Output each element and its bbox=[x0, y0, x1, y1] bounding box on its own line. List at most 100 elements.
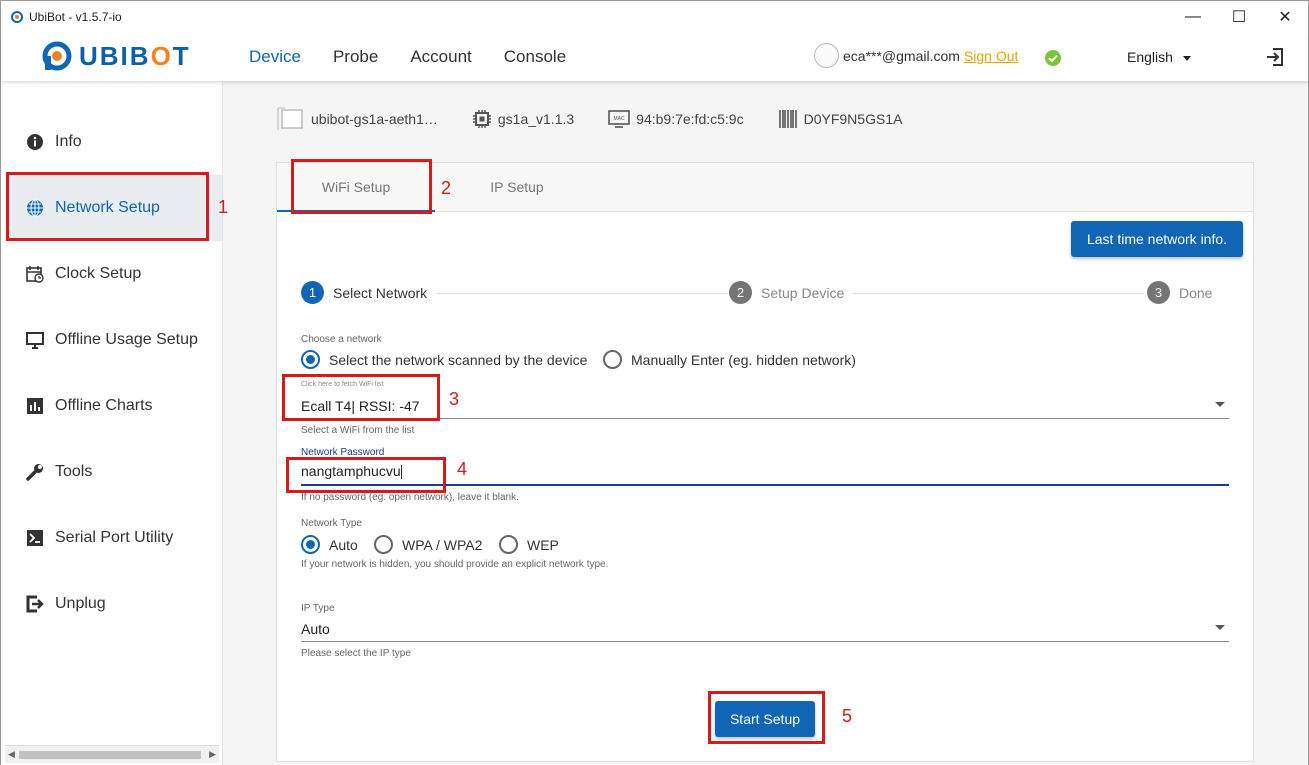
device-name: ubibot-gs1a-aeth1… bbox=[311, 111, 438, 127]
password-helper-text: If no password (eg. open network), leave… bbox=[301, 492, 519, 503]
minimize-button[interactable]: — bbox=[1170, 1, 1216, 33]
scrollbar-thumb[interactable] bbox=[19, 751, 201, 759]
app-window: UbiBot - v1.5.7-io — ☐ ✕ UBIBOT Device P… bbox=[0, 0, 1309, 765]
mac-badge: MAC bbox=[614, 116, 626, 122]
sidebar-item-unplug[interactable]: Unplug bbox=[5, 571, 222, 637]
barcode-icon bbox=[778, 110, 797, 128]
annotation-box-3 bbox=[282, 374, 440, 421]
ip-type-helper-text: Please select the IP type bbox=[301, 648, 411, 659]
ip-type-label: IP Type bbox=[301, 603, 335, 614]
nav-probe[interactable]: Probe bbox=[317, 33, 394, 81]
last-network-info-button[interactable]: Last time network info. bbox=[1071, 221, 1243, 257]
sidebar-item-label: Offline Charts bbox=[55, 397, 153, 414]
radio-type-wep[interactable]: WEP bbox=[499, 535, 559, 554]
mac-address-icon: MAC bbox=[608, 110, 630, 128]
annotation-box-2 bbox=[291, 159, 432, 214]
scroll-left-icon[interactable]: ◀ bbox=[8, 749, 15, 760]
annotation-box-1 bbox=[6, 172, 209, 241]
top-header: UBIBOT Device Probe Account Console eca*… bbox=[1, 33, 1308, 81]
sidebar-item-tools[interactable]: Tools bbox=[5, 439, 222, 505]
device-icon bbox=[277, 107, 303, 130]
device-info-bar: ubibot-gs1a-aeth1… gs1a_v1.1.3 MAC 94:b9… bbox=[277, 105, 936, 133]
dropdown-arrow-icon bbox=[1215, 402, 1225, 407]
network-type-helper-text: If your network is hidden, you should pr… bbox=[301, 559, 609, 570]
user-info: eca***@gmail.com Sign Out bbox=[814, 43, 1018, 68]
step-number: 2 bbox=[729, 281, 752, 304]
radio-button-unchecked[interactable] bbox=[603, 350, 622, 369]
ip-type-value: Auto bbox=[301, 621, 330, 637]
language-selector[interactable]: English bbox=[1127, 49, 1191, 65]
sidebar-item-offline-usage-setup[interactable]: Offline Usage Setup bbox=[5, 307, 222, 373]
sidebar-horizontal-scrollbar[interactable]: ◀ ▶ bbox=[5, 745, 219, 763]
app-icon bbox=[11, 11, 23, 23]
firmware-item: gs1a_v1.1.3 bbox=[472, 109, 574, 129]
ip-type-select[interactable]: Auto bbox=[301, 618, 1229, 642]
mac-address: 94:b9:7e:fd:c5:9c bbox=[636, 111, 744, 127]
serial-number: D0YF9N5GS1A bbox=[803, 111, 903, 127]
sidebar-item-offline-charts[interactable]: Offline Charts bbox=[5, 373, 222, 439]
annotation-label-3: 3 bbox=[449, 389, 460, 409]
step-setup-device: 2 Setup Device bbox=[729, 281, 844, 304]
step-number: 1 bbox=[301, 281, 324, 304]
radio-type-wpa[interactable]: WPA / WPA2 bbox=[374, 535, 482, 554]
language-label: English bbox=[1127, 49, 1173, 65]
nav-account[interactable]: Account bbox=[394, 33, 487, 81]
step-done: 3 Done bbox=[1147, 281, 1212, 304]
radio-type-auto[interactable]: Auto bbox=[301, 535, 358, 554]
annotation-box-5 bbox=[708, 691, 825, 744]
monitor-icon bbox=[25, 330, 45, 350]
sidebar-item-label: Offline Usage Setup bbox=[55, 331, 198, 348]
close-button[interactable]: ✕ bbox=[1262, 1, 1308, 33]
radio-button-checked[interactable] bbox=[301, 350, 320, 369]
step-label: Done bbox=[1179, 284, 1213, 301]
sidebar-item-serial-port-utility[interactable]: Serial Port Utility bbox=[5, 505, 222, 571]
radio-manual-enter[interactable]: Manually Enter (eg. hidden network) bbox=[603, 350, 856, 369]
wrench-icon bbox=[25, 462, 45, 482]
calendar-icon bbox=[25, 264, 45, 284]
user-email: eca***@gmail.com bbox=[843, 47, 960, 64]
nav-device[interactable]: Device bbox=[233, 33, 317, 81]
sidebar-item-label: Unplug bbox=[55, 595, 106, 612]
step-label: Select Network bbox=[333, 284, 428, 301]
wifi-select[interactable]: Ecall T4| RSSI: -47 bbox=[301, 395, 1229, 419]
radio-button-unchecked[interactable] bbox=[499, 535, 518, 554]
bar-chart-icon bbox=[25, 396, 45, 416]
sign-out-link[interactable]: Sign Out bbox=[964, 48, 1018, 64]
logo-wordmark: UBIBOT bbox=[79, 40, 191, 71]
radio-label: WEP bbox=[527, 536, 559, 553]
radio-scanned-network[interactable]: Select the network scanned by the device bbox=[301, 350, 587, 369]
sidebar-item-clock-setup[interactable]: Clock Setup bbox=[5, 241, 222, 307]
sidebar-item-info[interactable]: Info bbox=[5, 109, 222, 175]
title-bar: UbiBot - v1.5.7-io — ☐ ✕ bbox=[1, 1, 1308, 33]
check-circle-icon bbox=[1045, 50, 1061, 66]
sidebar-item-label: Info bbox=[55, 133, 82, 150]
ubibot-logo[interactable]: UBIBOT bbox=[41, 40, 191, 72]
annotation-label-1: 1 bbox=[218, 197, 229, 217]
step-select-network: 1 Select Network bbox=[301, 281, 427, 304]
exit-icon[interactable] bbox=[1265, 47, 1285, 67]
annotation-label-4: 4 bbox=[457, 459, 468, 479]
sidebar-item-label: Tools bbox=[55, 463, 93, 480]
step-label: Setup Device bbox=[761, 284, 845, 301]
mac-item: MAC 94:b9:7e:fd:c5:9c bbox=[608, 110, 744, 128]
info-icon bbox=[25, 132, 45, 152]
maximize-button[interactable]: ☐ bbox=[1216, 1, 1262, 33]
network-type-label: Network Type bbox=[301, 518, 362, 529]
wifi-helper-text: Select a WiFi from the list bbox=[301, 425, 415, 436]
avatar[interactable] bbox=[814, 43, 839, 68]
radio-label: WPA / WPA2 bbox=[402, 536, 483, 553]
choose-network-label: Choose a network bbox=[301, 334, 382, 345]
caret-down-icon bbox=[1182, 55, 1191, 61]
annotation-label-2: 2 bbox=[441, 178, 452, 198]
firmware-version: gs1a_v1.1.3 bbox=[497, 111, 575, 127]
stepper-connector bbox=[437, 293, 727, 294]
step-number: 3 bbox=[1147, 281, 1170, 304]
radio-button-unchecked[interactable] bbox=[374, 535, 393, 554]
window-title: UbiBot - v1.5.7-io bbox=[29, 10, 122, 24]
nav-console[interactable]: Console bbox=[488, 33, 582, 81]
radio-button-checked[interactable] bbox=[301, 535, 320, 554]
chip-icon bbox=[472, 110, 491, 128]
tab-ip-setup[interactable]: IP Setup bbox=[443, 163, 591, 212]
main-nav: Device Probe Account Console bbox=[233, 33, 582, 81]
scroll-right-icon[interactable]: ▶ bbox=[209, 749, 216, 760]
